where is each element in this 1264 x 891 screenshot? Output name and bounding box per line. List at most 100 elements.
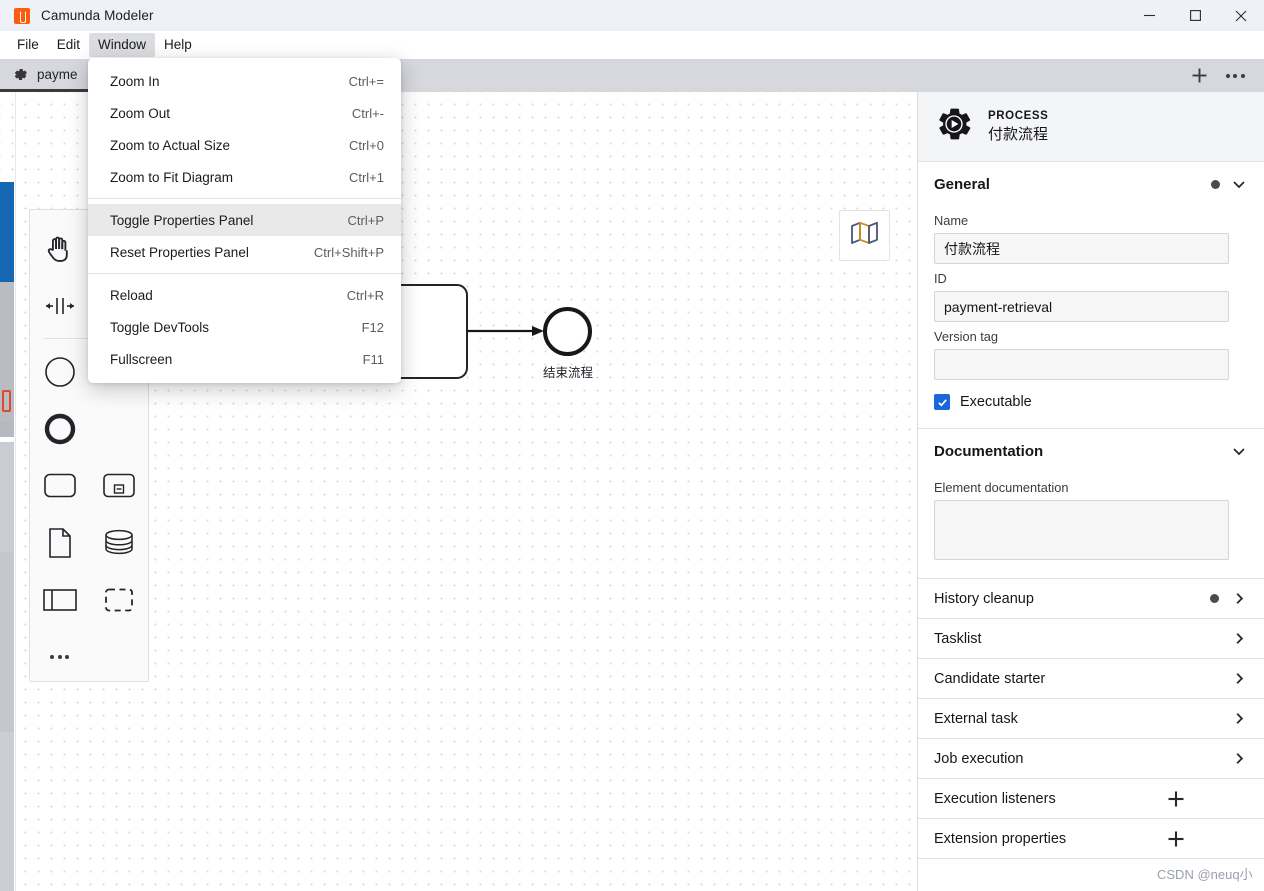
menu-item-label: Zoom to Actual Size	[110, 137, 231, 153]
palette-row	[30, 400, 148, 457]
space-tool-icon[interactable]	[30, 277, 89, 334]
menu-item-accelerator: Ctrl+-	[351, 105, 384, 121]
section-label: History cleanup	[934, 590, 1034, 607]
section-execution-listeners[interactable]: Execution listeners	[918, 779, 1264, 819]
menu-window[interactable]: Window	[89, 33, 156, 57]
id-field-label: ID	[934, 271, 947, 286]
properties-panel: PROCESS 付款流程 General Name ID Version tag	[917, 92, 1264, 891]
chevron-down-icon[interactable]	[1230, 175, 1248, 193]
plus-icon[interactable]	[1166, 789, 1186, 809]
element-name-label: 付款流程	[988, 125, 1049, 143]
name-field-label: Name	[934, 213, 969, 228]
section-label: Extension properties	[934, 830, 1067, 847]
end-event-icon[interactable]	[30, 400, 89, 457]
menu-item-toggle-properties-panel[interactable]: Toggle Properties Panel Ctrl+P	[88, 204, 401, 236]
palette-row	[30, 457, 148, 514]
map-icon	[850, 220, 880, 251]
version-tag-input[interactable]	[934, 349, 1229, 380]
chevron-right-icon[interactable]	[1231, 630, 1248, 647]
menu-item-label: Reload	[110, 287, 153, 303]
properties-panel-title: PROCESS 付款流程	[988, 110, 1048, 144]
app-title: Camunda Modeler	[41, 8, 154, 23]
data-object-icon[interactable]	[30, 514, 89, 571]
chevron-right-icon[interactable]	[1231, 670, 1248, 687]
id-input[interactable]	[934, 291, 1229, 322]
group-documentation-header[interactable]: Documentation	[934, 429, 1248, 473]
menu-item-zoom-out[interactable]: Zoom Out Ctrl+-	[88, 97, 401, 129]
plus-icon[interactable]	[1166, 829, 1186, 849]
menu-file[interactable]: File	[8, 33, 48, 57]
section-label: Tasklist	[934, 630, 982, 647]
section-external-task[interactable]: External task	[918, 699, 1264, 739]
group-status-dot	[1211, 179, 1220, 189]
menu-help[interactable]: Help	[155, 33, 201, 57]
menu-item-label: Zoom Out	[110, 105, 171, 121]
executable-checkbox[interactable]	[934, 394, 950, 410]
executable-checkbox-row[interactable]: Executable	[934, 394, 1248, 410]
menu-item-label: Toggle DevTools	[110, 319, 210, 335]
end-event-label: 结束流程	[542, 366, 593, 380]
menu-item-accelerator: F12	[361, 319, 384, 335]
task-icon[interactable]	[30, 457, 89, 514]
chevron-right-icon[interactable]	[1231, 750, 1248, 767]
section-tasklist[interactable]: Tasklist	[918, 619, 1264, 659]
close-button[interactable]	[1218, 0, 1264, 31]
executable-label: Executable	[960, 394, 1032, 410]
palette-row	[30, 514, 148, 571]
name-input[interactable]	[934, 233, 1229, 264]
start-event-icon[interactable]	[30, 343, 89, 400]
element-type-label: PROCESS	[988, 109, 1049, 122]
data-store-icon[interactable]	[89, 514, 148, 571]
menu-item-zoom-to-actual-size[interactable]: Zoom to Actual Size Ctrl+0	[88, 129, 401, 161]
tab-payment-retrieval[interactable]: payme	[0, 59, 92, 92]
tab-bar-actions	[1184, 59, 1264, 92]
menu-item-reload[interactable]: Reload Ctrl+R	[88, 279, 401, 311]
chevron-right-icon[interactable]	[1231, 710, 1248, 727]
group-general-header[interactable]: General	[934, 162, 1248, 206]
section-extension-properties[interactable]: Extension properties	[918, 819, 1264, 859]
element-documentation-label: Element documentation	[934, 480, 1069, 495]
menu-item-label: Zoom to Fit Diagram	[110, 169, 234, 185]
menu-edit[interactable]: Edit	[48, 33, 89, 57]
section-label: Job execution	[934, 750, 1024, 767]
title-bar: Camunda Modeler	[0, 0, 1264, 31]
minimap-toggle-button[interactable]	[839, 210, 890, 261]
group-general: General Name ID Version tag Executable	[918, 162, 1264, 429]
menu-item-reset-properties-panel[interactable]: Reset Properties Panel Ctrl+Shift+P	[88, 236, 401, 268]
group-documentation-title: Documentation	[934, 442, 1044, 460]
element-documentation-textarea[interactable]	[934, 500, 1229, 560]
hand-tool-icon[interactable]	[30, 220, 89, 277]
tab-more-button[interactable]	[1220, 62, 1250, 90]
menu-item-toggle-devtools[interactable]: Toggle DevTools F12	[88, 311, 401, 343]
process-gear-icon	[934, 104, 974, 149]
menu-item-accelerator: Ctrl+=	[348, 73, 384, 89]
section-candidate-starter[interactable]: Candidate starter	[918, 659, 1264, 699]
sequence-flow[interactable]	[466, 323, 548, 339]
tab-label: payme	[37, 66, 78, 82]
maximize-button[interactable]	[1172, 0, 1218, 31]
bpmn-end-event[interactable]	[543, 307, 592, 356]
background-window-strip	[0, 92, 14, 891]
section-job-execution[interactable]: Job execution	[918, 739, 1264, 779]
menu-item-fullscreen[interactable]: Fullscreen F11	[88, 343, 401, 375]
menu-item-accelerator: Ctrl+1	[348, 169, 384, 185]
new-tab-button[interactable]	[1184, 62, 1214, 90]
participant-icon[interactable]	[30, 571, 89, 628]
camunda-icon	[14, 7, 30, 24]
menu-separator	[88, 198, 401, 199]
menu-item-label: Fullscreen	[110, 351, 173, 367]
menu-item-accelerator: Ctrl+P	[347, 212, 384, 228]
more-tools-icon[interactable]	[30, 628, 89, 685]
subprocess-icon[interactable]	[89, 457, 148, 514]
menu-item-zoom-to-fit-diagram[interactable]: Zoom to Fit Diagram Ctrl+1	[88, 161, 401, 193]
window-dropdown-menu: Zoom In Ctrl+= Zoom Out Ctrl+- Zoom to A…	[88, 58, 401, 383]
menu-bar: File Edit Window Help	[0, 31, 1264, 59]
section-history-cleanup[interactable]: History cleanup	[918, 579, 1264, 619]
group-general-title: General	[934, 175, 990, 193]
chevron-right-icon[interactable]	[1231, 590, 1248, 607]
section-label: External task	[934, 710, 1018, 727]
minimize-button[interactable]	[1126, 0, 1172, 31]
menu-item-zoom-in[interactable]: Zoom In Ctrl+=	[88, 65, 401, 97]
group-icon[interactable]	[89, 571, 148, 628]
chevron-down-icon[interactable]	[1230, 442, 1248, 460]
